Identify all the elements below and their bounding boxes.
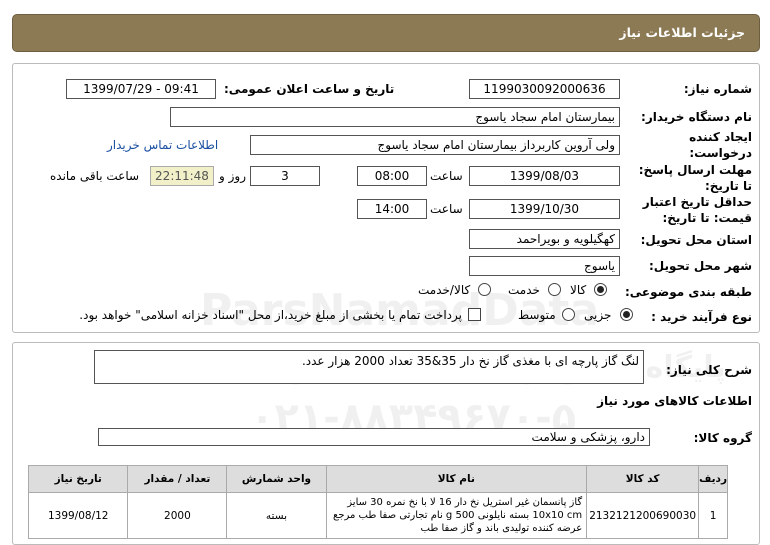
header-code: کد کالا	[586, 465, 700, 493]
cell-name-line: عرضه کننده تولیدی باند و گاز صفا طب	[420, 523, 583, 534]
category-radio-goods[interactable]	[594, 283, 607, 296]
category-radio-goods-service[interactable]	[478, 283, 491, 296]
reply-deadline-label-line2: تا تاریخ:	[704, 179, 752, 193]
process-option-minor: جزیی	[584, 308, 612, 322]
treasury-checkbox[interactable]	[468, 308, 481, 321]
description-label: شرح کلی نیاز:	[666, 363, 752, 377]
header-date: تاریخ نیاز	[27, 465, 129, 493]
creator-field: ولی آروین کاربرداز بیمارستان امام سجاد ی…	[250, 135, 620, 155]
process-radio-medium[interactable]	[562, 308, 575, 321]
cell-name-line: 10x10 cm بسته نایلونی 500 g نام تجارتی ص…	[333, 510, 583, 521]
cell-date: 1399/08/12	[27, 492, 129, 539]
cell-qty: 2000	[127, 492, 228, 539]
buyer-org-field: بیمارستان امام سجاد یاسوج	[170, 107, 620, 127]
reply-time-field: 08:00	[357, 166, 427, 186]
province-field: کهگیلویه و بویراحمد	[469, 229, 620, 249]
treasury-note: پرداخت تمام یا بخشی از مبلغ خرید،از محل …	[79, 308, 462, 322]
process-label: نوع فرآیند خرید :	[651, 310, 752, 324]
reply-time-label: ساعت	[430, 169, 463, 183]
announce-field: 1399/07/29 - 09:41	[66, 79, 216, 99]
header-name: نام کالا	[325, 465, 588, 493]
header-unit: واحد شمارش	[226, 465, 327, 493]
days-label: روز و	[219, 169, 246, 183]
table-header-row: ردیف کد کالا نام کالا واحد شمارش تعداد /…	[27, 465, 728, 493]
process-option-medium: متوسط	[518, 308, 556, 322]
creator-label-line1: ایجاد کننده	[689, 130, 752, 144]
goods-section-title: اطلاعات کالاهای مورد نیاز	[597, 394, 752, 408]
cell-name-line: گاز پانسمان غیر استریل نخ دار 16 لا با ن…	[347, 497, 583, 508]
category-radio-service[interactable]	[548, 283, 561, 296]
buyer-org-label: نام دستگاه خریدار:	[641, 110, 752, 124]
validity-date-field: 1399/10/30	[469, 199, 620, 219]
city-label: شهر محل تحویل:	[648, 259, 752, 273]
description-field: لنگ گاز پارچه ای با مغذی گاز نخ دار 35&3…	[94, 350, 644, 384]
validity-time-label: ساعت	[430, 202, 463, 216]
remaining-time-field: 22:11:48	[150, 166, 214, 186]
days-field: 3	[250, 166, 320, 186]
cell-index: 1	[698, 492, 728, 539]
goods-group-label: گروه کالا:	[693, 431, 752, 445]
announce-label: تاریخ و ساعت اعلان عمومی:	[224, 82, 395, 96]
process-radio-minor[interactable]	[620, 308, 633, 321]
header-qty: تعداد / مقدار	[127, 465, 228, 493]
category-label: طبقه بندی موضوعی:	[624, 285, 752, 299]
goods-group-field: دارو، پزشکی و سلامت	[98, 428, 650, 446]
reply-date-field: 1399/08/03	[469, 166, 620, 186]
buyer-contact-link[interactable]: اطلاعات تماس خریدار	[107, 138, 218, 152]
validity-label-line1: حداقل تاریخ اعتبار	[642, 195, 752, 209]
remaining-time-label: ساعت باقی مانده	[50, 169, 140, 183]
table-row: 1 2132121200690030 گاز پانسمان غیر استری…	[27, 492, 728, 539]
need-number-label: شماره نیاز:	[683, 82, 752, 96]
cell-unit: بسته	[226, 492, 327, 539]
validity-label-line2: قیمت: تا تاریخ:	[662, 211, 752, 225]
validity-time-field: 14:00	[357, 199, 427, 219]
cell-code: 2132121200690030	[586, 492, 700, 539]
items-table: ردیف کد کالا نام کالا واحد شمارش تعداد /…	[27, 465, 728, 539]
category-option-goods: کالا	[570, 283, 587, 297]
city-field: یاسوج	[469, 256, 620, 276]
province-label: استان محل تحویل:	[640, 233, 752, 247]
need-number-field: 1199030092000636	[469, 79, 620, 99]
category-option-service: خدمت	[508, 283, 540, 297]
reply-deadline-label-line1: مهلت ارسال پاسخ:	[638, 163, 752, 177]
category-option-goods-service: کالا/خدمت	[418, 283, 471, 297]
cell-name: گاز پانسمان غیر استریل نخ دار 16 لا با ن…	[325, 492, 588, 539]
header-index: ردیف	[698, 465, 728, 493]
page-header: جزئیات اطلاعات نیاز	[12, 14, 760, 52]
page-title: جزئیات اطلاعات نیاز	[619, 25, 745, 40]
creator-label-line2: درخواست:	[689, 146, 752, 160]
